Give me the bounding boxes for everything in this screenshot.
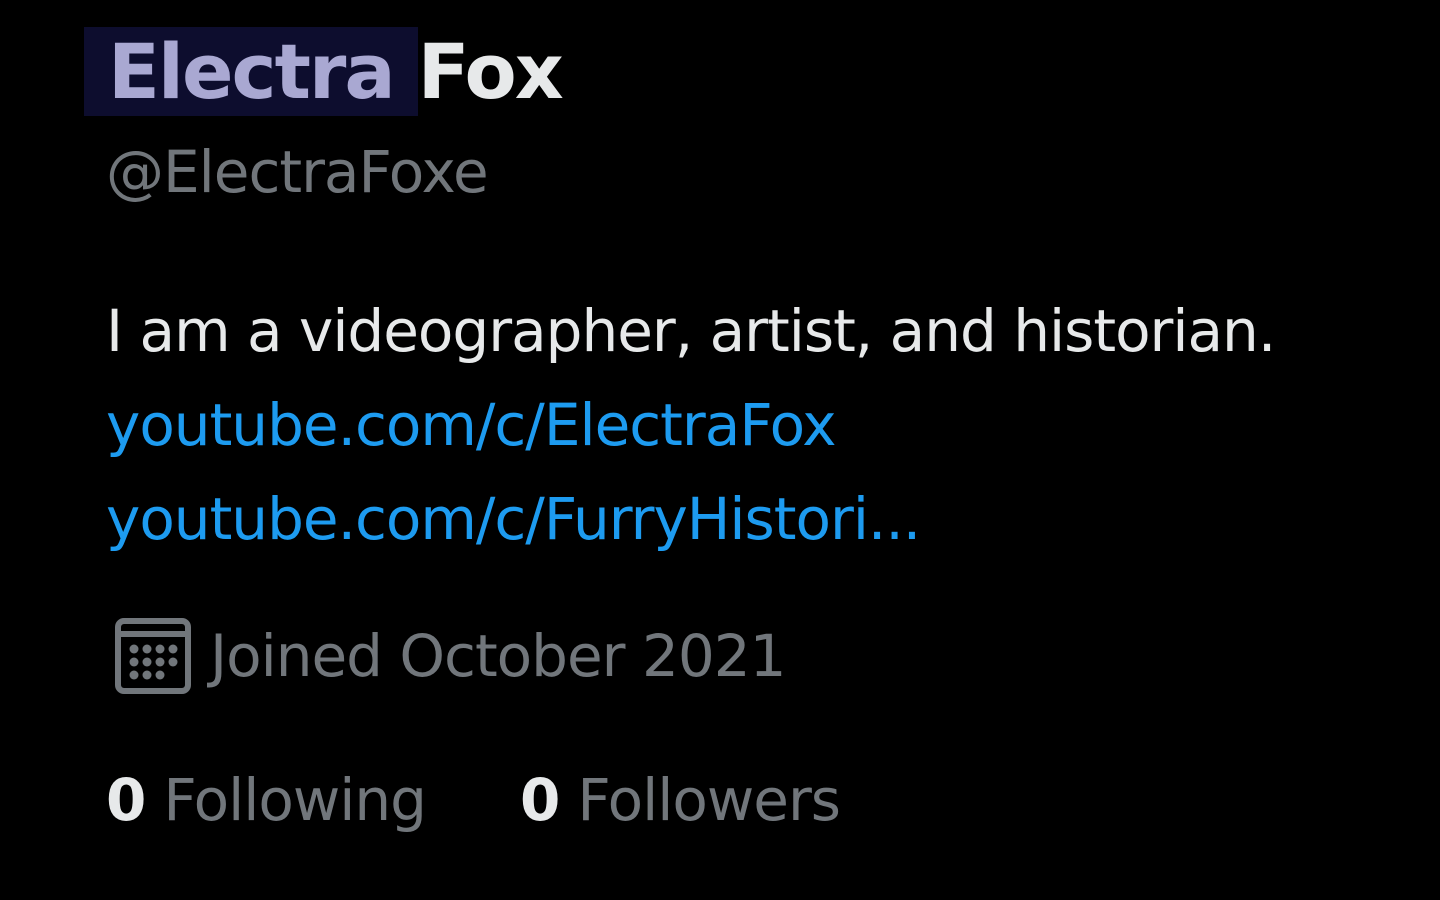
joined-date: Joined October 2021: [114, 616, 787, 696]
following-label: Following: [163, 766, 427, 834]
following-link[interactable]: 0 Following: [106, 766, 427, 834]
display-name-first: Electra: [84, 27, 418, 116]
calendar-icon: [115, 618, 191, 694]
following-count: 0: [106, 766, 146, 834]
followers-label: Followers: [577, 766, 841, 834]
follow-stats: 0 Following 0 Followers: [106, 766, 934, 834]
joined-text: Joined October 2021: [210, 622, 787, 690]
bio-link-youtube-furryhistorian[interactable]: youtube.com/c/FurryHistori...: [106, 472, 1275, 566]
profile-header: Electra Fox @ElectraFoxe I am a videograp…: [0, 0, 1440, 900]
bio: I am a videographer, artist, and histori…: [106, 284, 1276, 566]
bio-text: I am a videographer, artist, and histori…: [106, 297, 1276, 365]
display-name-last: Fox: [417, 27, 564, 116]
bio-link-youtube-electrafox[interactable]: youtube.com/c/ElectraFox: [106, 378, 1275, 472]
display-name: Electra Fox: [84, 22, 564, 122]
followers-link[interactable]: 0 Followers: [519, 766, 841, 834]
username-handle: @ElectraFoxe: [106, 138, 489, 206]
followers-count: 0: [519, 766, 560, 834]
